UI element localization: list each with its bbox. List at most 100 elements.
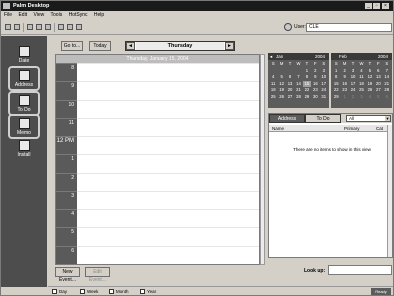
calendar-day[interactable]: 24: [320, 87, 328, 94]
menu-hotsync[interactable]: HotSync: [69, 12, 88, 18]
calendar-day[interactable]: 30: [311, 94, 319, 101]
calendar-day[interactable]: 9: [311, 74, 319, 81]
calendar-day[interactable]: 26: [366, 87, 374, 94]
calendar-day[interactable]: 7: [294, 74, 302, 81]
copy-icon[interactable]: [36, 24, 42, 30]
calendar-day[interactable]: 22: [332, 87, 340, 94]
save-icon[interactable]: [5, 24, 11, 30]
calendar-day[interactable]: 10: [320, 74, 328, 81]
menu-edit[interactable]: Edit: [18, 12, 27, 18]
calendar-day[interactable]: 8: [332, 74, 340, 81]
calendar-day[interactable]: 5: [366, 68, 374, 75]
calendar-day[interactable]: 20: [374, 81, 382, 88]
user-select[interactable]: CLE: [306, 23, 392, 32]
calendar-day[interactable]: 25: [357, 87, 365, 94]
calendar-day[interactable]: 31: [320, 94, 328, 101]
new-event-button[interactable]: New Event...: [55, 267, 80, 283]
calendar-day[interactable]: 13: [374, 74, 382, 81]
calendar-day[interactable]: 16: [340, 81, 348, 88]
launcher-todo-button[interactable]: To Do: [8, 91, 40, 116]
launcher-address-button[interactable]: Address: [8, 66, 40, 91]
calendar-day[interactable]: 6: [374, 68, 382, 75]
cut-icon[interactable]: [27, 24, 33, 30]
calendar-day[interactable]: 11: [269, 81, 277, 88]
tab-year[interactable]: Year: [140, 288, 156, 295]
phone-dial-icon[interactable]: [76, 24, 82, 30]
launcher-memo-button[interactable]: Memo: [8, 114, 40, 139]
calendar-day[interactable]: 3: [349, 68, 357, 75]
calendar-day[interactable]: 5: [277, 74, 285, 81]
calendar-day[interactable]: 21: [383, 81, 391, 88]
tab-address[interactable]: Address: [269, 114, 305, 123]
calendar-day[interactable]: 21: [294, 87, 302, 94]
calendar-day[interactable]: 2: [311, 68, 319, 75]
find-icon[interactable]: [67, 24, 73, 30]
calendar-day[interactable]: 2: [349, 94, 357, 101]
maximize-icon[interactable]: ▫: [373, 3, 380, 9]
calendar-day[interactable]: 23: [340, 87, 348, 94]
calendar-day[interactable]: 14: [383, 74, 391, 81]
calendar-day[interactable]: 6: [286, 74, 294, 81]
calendar-day[interactable]: 28: [294, 94, 302, 101]
minimize-icon[interactable]: _: [365, 3, 372, 9]
tab-week[interactable]: Week: [80, 288, 98, 295]
calendar-day[interactable]: 7: [383, 68, 391, 75]
calendar-day[interactable]: 22: [303, 87, 311, 94]
calendar-day[interactable]: 24: [349, 87, 357, 94]
undo-icon[interactable]: [58, 24, 64, 30]
prev-month-icon[interactable]: ◄: [269, 53, 273, 60]
calendar-day[interactable]: 18: [357, 81, 365, 88]
calendar-day[interactable]: 27: [374, 87, 382, 94]
day-view-scrollbar[interactable]: [260, 54, 265, 265]
calendar-day[interactable]: 4: [269, 74, 277, 81]
calendar-day[interactable]: 3: [357, 94, 365, 101]
today-button[interactable]: Today: [89, 41, 111, 51]
calendar-day[interactable]: 10: [349, 74, 357, 81]
calendar-day[interactable]: 20: [286, 87, 294, 94]
calendar-day[interactable]: 17: [320, 81, 328, 88]
goto-button[interactable]: Go to...: [61, 41, 83, 51]
calendar-day[interactable]: 1: [303, 68, 311, 75]
calendar-day[interactable]: 13: [286, 81, 294, 88]
calendar-day[interactable]: 28: [383, 87, 391, 94]
tab-todo[interactable]: To Do: [305, 114, 341, 123]
calendar-day[interactable]: 2: [340, 68, 348, 75]
menu-help[interactable]: Help: [94, 12, 104, 18]
calendar-day[interactable]: 15: [332, 81, 340, 88]
calendar-day[interactable]: 18: [269, 87, 277, 94]
tab-month[interactable]: Month: [109, 288, 129, 295]
close-icon[interactable]: ×: [382, 3, 389, 9]
next-day-icon[interactable]: ►: [225, 42, 234, 50]
calendar-day[interactable]: 27: [286, 94, 294, 101]
calendar-day[interactable]: 16: [311, 81, 319, 88]
calendar-day[interactable]: 12: [366, 74, 374, 81]
panel-scrollbar[interactable]: [387, 125, 392, 257]
calendar-day[interactable]: 6: [383, 94, 391, 101]
menu-tools[interactable]: Tools: [51, 12, 63, 18]
calendar-day[interactable]: 11: [357, 74, 365, 81]
calendar-day[interactable]: 15: [302, 80, 312, 88]
calendar-day[interactable]: 23: [311, 87, 319, 94]
calendar-day[interactable]: 3: [320, 68, 328, 75]
calendar-day[interactable]: 1: [340, 94, 348, 101]
calendar-day[interactable]: 25: [269, 94, 277, 101]
calendar-day[interactable]: 9: [340, 74, 348, 81]
calendar-day[interactable]: 4: [366, 94, 374, 101]
calendar-day[interactable]: 29: [303, 94, 311, 101]
edit-event-button[interactable]: Edit Event...: [85, 267, 110, 283]
calendar-day[interactable]: 8: [303, 74, 311, 81]
calendar-day[interactable]: 1: [332, 68, 340, 75]
lookup-input[interactable]: [328, 265, 392, 275]
menu-file[interactable]: File: [4, 12, 12, 18]
paste-icon[interactable]: [45, 24, 51, 30]
calendar-day[interactable]: 12: [277, 81, 285, 88]
column-name[interactable]: Name: [272, 125, 284, 132]
calendar-day[interactable]: 19: [366, 81, 374, 88]
tab-day[interactable]: Day: [52, 288, 67, 295]
column-primary[interactable]: Primary: [344, 125, 360, 132]
prev-day-icon[interactable]: ◄: [126, 42, 135, 50]
time-slots[interactable]: [77, 63, 259, 264]
calendar-day[interactable]: 26: [277, 94, 285, 101]
print-icon[interactable]: [14, 24, 20, 30]
calendar-day[interactable]: 5: [374, 94, 382, 101]
